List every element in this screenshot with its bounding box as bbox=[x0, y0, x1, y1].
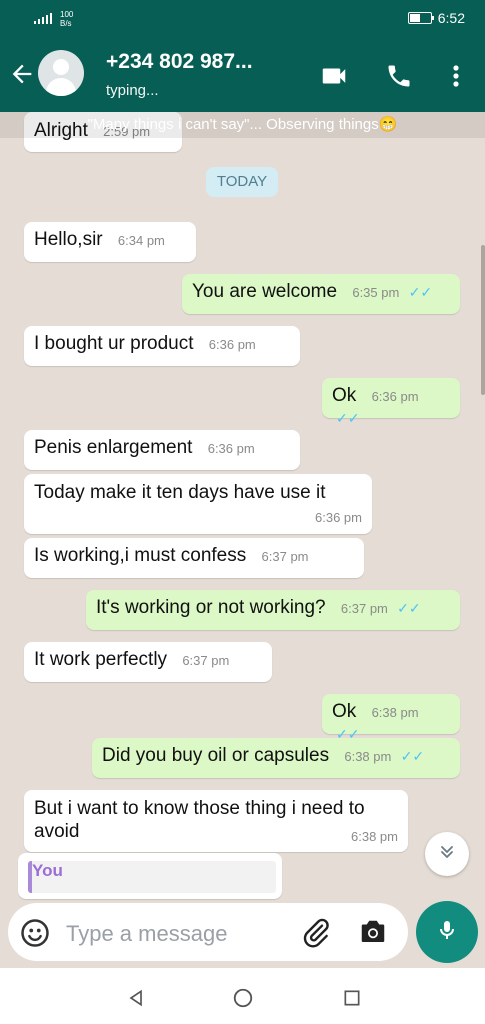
system-navigation-bar bbox=[0, 968, 485, 1024]
message-time: 6:36 pm bbox=[315, 510, 362, 525]
emoji-icon[interactable] bbox=[20, 918, 50, 948]
message-outgoing[interactable]: You are welcome 6:35 pm ✓✓ bbox=[182, 274, 460, 314]
message-time: 6:35 pm bbox=[352, 285, 400, 300]
message-outgoing[interactable]: Ok 6:36 pm ✓✓ bbox=[322, 378, 460, 426]
microphone-icon bbox=[435, 918, 459, 947]
home-nav-icon[interactable] bbox=[231, 986, 255, 1010]
message-time: 6:38 pm bbox=[371, 705, 419, 720]
date-separator: TODAY bbox=[206, 167, 278, 197]
status-bar: 100 B/s 6:52 bbox=[0, 0, 485, 38]
network-speed: 100 B/s bbox=[60, 10, 74, 28]
message-text: Did you buy oil or capsules bbox=[102, 745, 330, 766]
double-check-icon: ✓✓ bbox=[397, 600, 421, 616]
message-time: 6:36 pm bbox=[208, 337, 256, 352]
message-time: 6:38 pm bbox=[351, 829, 398, 844]
message-text: Ok bbox=[332, 701, 357, 722]
message-outgoing[interactable]: It's working or not working? 6:37 pm ✓✓ bbox=[86, 590, 460, 630]
message-input[interactable]: Type a message bbox=[66, 921, 227, 947]
message-time: 6:36 pm bbox=[207, 441, 255, 456]
camera-icon[interactable] bbox=[358, 917, 390, 949]
voice-call-icon[interactable] bbox=[383, 60, 415, 92]
double-check-icon: ✓✓ bbox=[400, 748, 425, 764]
message-text: It's working or not working? bbox=[96, 597, 326, 618]
message-incoming[interactable]: Penis enlargement 6:36 pm bbox=[24, 430, 300, 470]
video-call-icon[interactable] bbox=[318, 60, 350, 92]
contact-status: typing... bbox=[106, 82, 159, 99]
avatar-head bbox=[53, 59, 69, 75]
status-time: 6:52 bbox=[437, 10, 465, 26]
recents-nav-icon[interactable] bbox=[340, 986, 364, 1010]
message-time: 6:37 pm bbox=[182, 653, 230, 668]
message-incoming[interactable]: It work perfectly 6:37 pm bbox=[24, 642, 272, 682]
chat-area[interactable]: Alright 2:59 pm TODAY Hello,sir 6:34 pm … bbox=[0, 112, 485, 902]
double-check-icon: ✓✓ bbox=[408, 284, 433, 300]
message-incoming[interactable]: Today make it ten days have use it 6:36 … bbox=[24, 474, 372, 534]
status-left: 100 B/s bbox=[34, 10, 73, 28]
message-incoming[interactable]: I bought ur product 6:36 pm bbox=[24, 326, 300, 366]
message-text: You are welcome bbox=[192, 281, 338, 302]
attachment-icon[interactable] bbox=[300, 917, 332, 949]
message-time: 6:38 pm bbox=[344, 749, 392, 764]
message-incoming[interactable]: But i want to know those thing i need to… bbox=[24, 790, 408, 852]
avatar-body bbox=[46, 78, 76, 96]
signal-icon bbox=[34, 12, 54, 26]
message-text: Ok bbox=[332, 385, 357, 406]
quoted-message-preview bbox=[28, 861, 276, 893]
message-composer[interactable]: Type a message bbox=[8, 903, 408, 961]
message-time: 6:36 pm bbox=[371, 389, 419, 404]
mic-button[interactable] bbox=[416, 901, 478, 963]
scrollbar-thumb[interactable] bbox=[481, 245, 485, 395]
chat-header: +234 802 987... typing... bbox=[0, 38, 485, 112]
quoted-reply-bubble[interactable]: You bbox=[18, 853, 282, 899]
message-time: 6:37 pm bbox=[261, 549, 309, 564]
status-right: 6:52 bbox=[407, 10, 465, 26]
message-incoming[interactable]: Hello,sir 6:34 pm bbox=[24, 222, 196, 262]
back-arrow-icon[interactable] bbox=[8, 60, 36, 88]
message-text: It work perfectly bbox=[34, 649, 168, 670]
message-text: Is working,i must confess bbox=[34, 545, 247, 566]
avatar[interactable] bbox=[38, 50, 84, 96]
double-check-icon: ✓✓ bbox=[336, 410, 360, 426]
status-banner: "Many things i can't say"... Observing t… bbox=[0, 112, 485, 138]
message-outgoing[interactable]: Did you buy oil or capsules 6:38 pm ✓✓ bbox=[92, 738, 460, 778]
message-text: Hello,sir bbox=[34, 229, 103, 250]
message-time: 6:34 pm bbox=[117, 233, 165, 248]
more-options-icon[interactable] bbox=[440, 60, 472, 92]
contact-name[interactable]: +234 802 987... bbox=[106, 50, 253, 74]
message-outgoing[interactable]: Ok 6:38 pm ✓✓ bbox=[322, 694, 460, 742]
message-incoming[interactable]: Is working,i must confess 6:37 pm bbox=[24, 538, 364, 578]
message-text: Today make it ten days have use it bbox=[34, 482, 326, 503]
scroll-down-button[interactable] bbox=[425, 832, 469, 876]
message-text: Penis enlargement bbox=[34, 437, 193, 458]
message-text: I bought ur product bbox=[34, 333, 194, 354]
battery-icon bbox=[407, 12, 434, 24]
message-time: 6:37 pm bbox=[340, 601, 388, 616]
chevrons-down-icon bbox=[437, 842, 457, 867]
quoted-author: You bbox=[32, 861, 63, 880]
back-nav-icon[interactable] bbox=[124, 986, 148, 1010]
